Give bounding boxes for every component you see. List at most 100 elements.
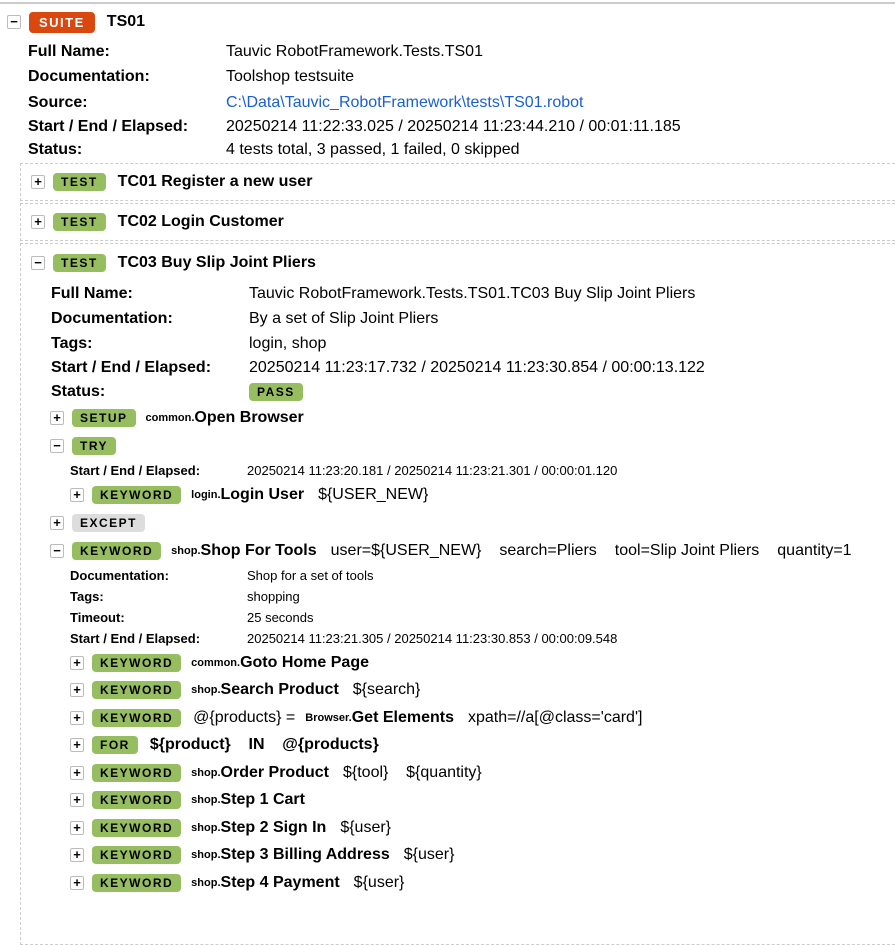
keyword-metadata: Documentation: Shop for a set of tools Ta… <box>21 565 895 649</box>
expand-toggle[interactable]: + <box>70 738 84 753</box>
keyword-badge: KEYWORD <box>72 542 162 560</box>
expand-toggle[interactable]: + <box>70 710 84 725</box>
keyword-row[interactable]: + KEYWORD shop. Step 3 Billing Address ${use… <box>21 842 895 870</box>
status-badge: PASS <box>249 383 303 401</box>
library-name: common. <box>145 412 195 424</box>
library-name: shop. <box>191 766 221 779</box>
info-label: Documentation: <box>51 310 173 327</box>
assignment: @{products} = <box>193 708 296 726</box>
keyword-row-shop-for-tools[interactable]: − KEYWORD shop. Shop For Tools user=${USE… <box>21 537 895 565</box>
keyword-args: ${tool} ${quantity} <box>342 763 482 781</box>
info-value: By a set of Slip Joint Pliers <box>249 310 439 327</box>
info-label: Full Name: <box>28 43 110 60</box>
expand-toggle[interactable]: + <box>70 875 84 890</box>
keyword-badge: KEYWORD <box>92 846 182 865</box>
keyword-row[interactable]: + KEYWORD @{products} = Browser. Get Element… <box>21 704 895 732</box>
keyword-row[interactable]: + KEYWORD shop. Search Product ${search} <box>21 677 895 705</box>
library-name: shop. <box>191 821 221 834</box>
suite-badge: SUITE <box>29 11 95 33</box>
suite-metadata: Full Name: Tauvic RobotFramework.Tests.TS… <box>0 40 895 161</box>
expand-toggle[interactable]: + <box>70 488 84 502</box>
try-badge: TRY <box>72 437 117 455</box>
test-header[interactable]: + TEST TC02 Login Customer <box>21 204 895 240</box>
test-name: TC03 Buy Slip Joint Pliers <box>117 254 316 271</box>
keyword-name: Open Browser <box>194 409 304 426</box>
keyword-args: ${user} <box>340 818 392 836</box>
keyword-name: Step 1 Cart <box>220 791 305 809</box>
expand-toggle[interactable]: + <box>70 683 84 698</box>
keyword-name: Get Elements <box>351 708 454 726</box>
info-value: Shop for a set of tools <box>247 568 374 583</box>
suite-header[interactable]: − SUITE TS01 <box>0 4 895 40</box>
keyword-badge: KEYWORD <box>92 763 182 782</box>
keyword-badge: KEYWORD <box>92 873 182 892</box>
expand-toggle[interactable]: + <box>70 820 84 835</box>
test-badge: TEST <box>53 213 106 231</box>
keyword-arg: tool=Slip Joint Pliers <box>614 542 760 559</box>
expand-toggle[interactable]: + <box>70 848 84 863</box>
test-badge: TEST <box>53 173 106 191</box>
keyword-args: ${USER_NEW} <box>318 486 429 503</box>
keyword-name: ${product} IN @{products} <box>149 736 379 754</box>
expand-toggle[interactable]: + <box>31 215 45 229</box>
test-name: TC01 Register a new user <box>117 173 313 190</box>
keyword-name: Step 3 Billing Address <box>220 846 390 864</box>
info-value: 25 seconds <box>247 610 314 625</box>
keyword-row[interactable]: + KEYWORD login. Login User ${USER_NEW} <box>21 481 895 509</box>
test-header[interactable]: + TEST TC01 Register a new user <box>21 164 895 200</box>
library-name: common. <box>191 656 241 669</box>
library-name: shop. <box>171 545 201 557</box>
keyword-row[interactable]: + KEYWORD shop. Step 1 Cart <box>21 787 895 815</box>
test-badge: TEST <box>53 254 106 272</box>
test-tc02: + TEST TC02 Login Customer <box>20 203 895 241</box>
expand-toggle[interactable]: + <box>70 793 84 808</box>
info-label: Documentation: <box>28 68 150 85</box>
keyword-args: ${user} <box>403 846 455 864</box>
setup-row[interactable]: + SETUP common. Open Browser <box>21 404 895 432</box>
except-badge: EXCEPT <box>72 514 146 532</box>
library-name: shop. <box>191 794 221 807</box>
info-value: 20250214 11:23:20.181 / 20250214 11:23:2… <box>247 463 618 478</box>
expand-toggle[interactable]: + <box>70 655 84 670</box>
suite-name: TS01 <box>106 13 146 30</box>
for-row[interactable]: + FOR ${product} IN @{products} <box>21 732 895 760</box>
library-name: shop. <box>191 849 221 862</box>
info-value: Toolshop testsuite <box>226 68 355 85</box>
collapse-toggle[interactable]: − <box>50 439 64 453</box>
expand-toggle[interactable]: + <box>50 411 64 425</box>
keyword-args: xpath=//a[@class='card'] <box>468 708 643 726</box>
test-header[interactable]: − TEST TC03 Buy Slip Joint Pliers <box>21 244 895 282</box>
keyword-badge: KEYWORD <box>92 708 182 727</box>
info-value: Tauvic RobotFramework.Tests.TS01.TC03 Bu… <box>249 285 696 302</box>
keyword-badge: KEYWORD <box>92 791 182 810</box>
collapse-toggle[interactable]: − <box>50 544 64 558</box>
keyword-name: Goto Home Page <box>240 653 369 671</box>
try-row[interactable]: − TRY <box>21 432 895 460</box>
collapse-toggle[interactable]: − <box>7 15 21 29</box>
library-name: shop. <box>191 684 221 697</box>
collapse-toggle[interactable]: − <box>31 256 45 270</box>
setup-badge: SETUP <box>72 409 136 427</box>
except-row[interactable]: + EXCEPT <box>21 509 895 537</box>
keyword-row[interactable]: + KEYWORD shop. Order Product ${tool} ${quan… <box>21 759 895 787</box>
info-label: Start / End / Elapsed: <box>70 463 201 478</box>
info-label: Start / End / Elapsed: <box>28 118 189 135</box>
keyword-row[interactable]: + KEYWORD common. Goto Home Page <box>21 649 895 677</box>
keyword-row[interactable]: + KEYWORD shop. Step 2 Sign In ${user} <box>21 814 895 842</box>
keyword-badge: KEYWORD <box>92 653 182 672</box>
test-tc03: − TEST TC03 Buy Slip Joint Pliers Full N… <box>20 243 895 945</box>
expand-toggle[interactable]: + <box>70 765 84 780</box>
info-value: Tauvic RobotFramework.Tests.TS01 <box>226 43 483 60</box>
source-link[interactable]: C:\Data\Tauvic_RobotFramework\tests\TS01… <box>226 94 583 112</box>
keyword-row[interactable]: + KEYWORD shop. Step 4 Payment ${user} <box>21 869 895 897</box>
info-label: Documentation: <box>70 568 169 583</box>
test-metadata: Full Name: Tauvic RobotFramework.Tests.TS… <box>21 282 895 404</box>
expand-toggle[interactable]: + <box>50 516 64 530</box>
info-value: 20250214 11:23:21.305 / 20250214 11:23:3… <box>247 631 618 646</box>
info-label: Timeout: <box>70 610 125 625</box>
library-name: login. <box>191 489 221 501</box>
expand-toggle[interactable]: + <box>31 175 45 189</box>
info-label: Start / End / Elapsed: <box>70 631 201 646</box>
info-value: 4 tests total, 3 passed, 1 failed, 0 ski… <box>226 141 520 158</box>
for-badge: FOR <box>92 736 138 755</box>
